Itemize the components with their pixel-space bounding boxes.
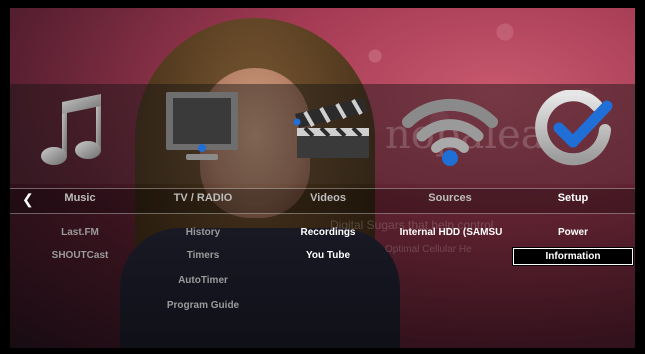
left-arrow-icon[interactable]: ❮ [22, 191, 34, 208]
submenu-item-history[interactable]: History [158, 227, 248, 238]
category-setup[interactable]: Setup [533, 192, 613, 204]
tv-monitor-icon[interactable] [162, 88, 242, 166]
checkmark-icon[interactable] [535, 90, 613, 168]
category-tv-radio[interactable]: TV / RADIO [158, 192, 248, 204]
submenu-item-shoutcast[interactable]: SHOUTCast [40, 250, 120, 261]
watermark-line-2: Optimal Cellular He [385, 244, 472, 255]
media-center-screen: nopalea Digital Sugars that help control… [0, 0, 645, 354]
category-sources[interactable]: Sources [410, 192, 490, 204]
submenu-item-autotimer[interactable]: AutoTimer [158, 275, 248, 286]
submenu-item-information[interactable]: Information [512, 247, 634, 266]
clapperboard-icon[interactable] [285, 92, 375, 164]
submenu-item-program-guide[interactable]: Program Guide [158, 300, 248, 311]
submenu-item-youtube[interactable]: You Tube [288, 250, 368, 261]
submenu-item-power[interactable]: Power [533, 227, 613, 238]
category-music[interactable]: Music [40, 192, 120, 204]
submenu-item-internal-hdd[interactable]: Internal HDD (SAMSU [392, 227, 510, 238]
wifi-signal-icon[interactable] [400, 88, 500, 168]
submenu-item-recordings[interactable]: Recordings [288, 227, 368, 238]
submenu-item-lastfm[interactable]: Last.FM [40, 227, 120, 238]
submenu-item-timers[interactable]: Timers [158, 250, 248, 261]
category-videos[interactable]: Videos [288, 192, 368, 204]
music-note-icon[interactable] [38, 92, 108, 172]
